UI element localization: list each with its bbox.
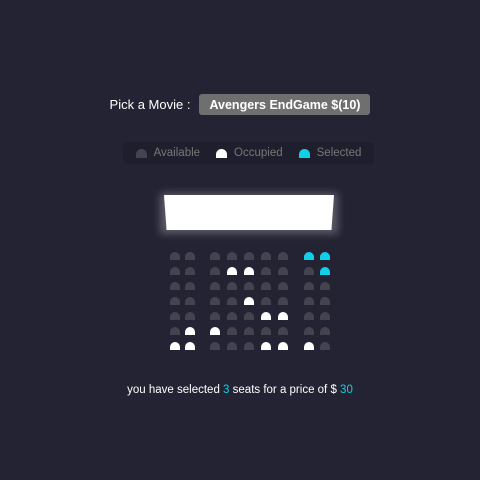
seat-occupied: [227, 267, 237, 275]
seat-available[interactable]: [185, 282, 195, 290]
seat-available[interactable]: [227, 312, 237, 320]
summary-prefix: you have selected: [127, 384, 224, 396]
seat-available[interactable]: [244, 282, 254, 290]
seat-available[interactable]: [185, 297, 195, 305]
total-price: 30: [340, 384, 353, 396]
seat-occupied: [170, 342, 180, 350]
seat-available[interactable]: [170, 282, 180, 290]
seat-available[interactable]: [210, 252, 220, 260]
seat-occupied: [244, 267, 254, 275]
seat-available[interactable]: [261, 282, 271, 290]
seat-available[interactable]: [320, 297, 330, 305]
seat-available[interactable]: [304, 297, 314, 305]
summary-middle: seats for a price of $: [229, 384, 341, 396]
seat-available[interactable]: [170, 297, 180, 305]
seat-available[interactable]: [278, 252, 288, 260]
seat-available[interactable]: [227, 342, 237, 350]
seat-available[interactable]: [227, 252, 237, 260]
seat-available[interactable]: [227, 297, 237, 305]
seat-available[interactable]: [185, 267, 195, 275]
seat-available[interactable]: [304, 327, 314, 335]
seat-selected[interactable]: [320, 252, 330, 260]
seat-available[interactable]: [278, 267, 288, 275]
seat-available[interactable]: [170, 327, 180, 335]
seat-available[interactable]: [304, 312, 314, 320]
seat-available[interactable]: [278, 282, 288, 290]
seat-available[interactable]: [261, 252, 271, 260]
seat-occupied: [210, 327, 220, 335]
seat-available[interactable]: [210, 297, 220, 305]
seat-available[interactable]: [261, 297, 271, 305]
seat-available[interactable]: [170, 312, 180, 320]
seat-available[interactable]: [170, 267, 180, 275]
seat-available[interactable]: [185, 252, 195, 260]
selection-summary: you have selected 3 seats for a price of…: [0, 384, 480, 396]
seat-available[interactable]: [278, 297, 288, 305]
seat-occupied: [278, 312, 288, 320]
seat-available[interactable]: [210, 282, 220, 290]
seat-available[interactable]: [227, 327, 237, 335]
seat-available[interactable]: [170, 252, 180, 260]
seat-available[interactable]: [320, 282, 330, 290]
seat-grid: [0, 0, 480, 480]
seat-occupied: [244, 297, 254, 305]
seat-available[interactable]: [320, 312, 330, 320]
seat-available[interactable]: [210, 342, 220, 350]
seat-available[interactable]: [304, 267, 314, 275]
seat-available[interactable]: [278, 327, 288, 335]
seat-occupied: [304, 342, 314, 350]
seat-available[interactable]: [244, 342, 254, 350]
seat-available[interactable]: [185, 312, 195, 320]
seat-available[interactable]: [261, 267, 271, 275]
seat-available[interactable]: [244, 327, 254, 335]
seat-occupied: [185, 342, 195, 350]
seat-available[interactable]: [227, 282, 237, 290]
seat-available[interactable]: [210, 267, 220, 275]
seat-occupied: [261, 312, 271, 320]
seat-available[interactable]: [244, 312, 254, 320]
seat-occupied: [261, 342, 271, 350]
seat-available[interactable]: [320, 342, 330, 350]
seat-occupied: [185, 327, 195, 335]
seat-selected[interactable]: [304, 252, 314, 260]
seat-available[interactable]: [261, 327, 271, 335]
seat-occupied: [278, 342, 288, 350]
seat-available[interactable]: [244, 252, 254, 260]
seat-available[interactable]: [320, 327, 330, 335]
seat-available[interactable]: [304, 282, 314, 290]
seat-available[interactable]: [210, 312, 220, 320]
seat-selected[interactable]: [320, 267, 330, 275]
